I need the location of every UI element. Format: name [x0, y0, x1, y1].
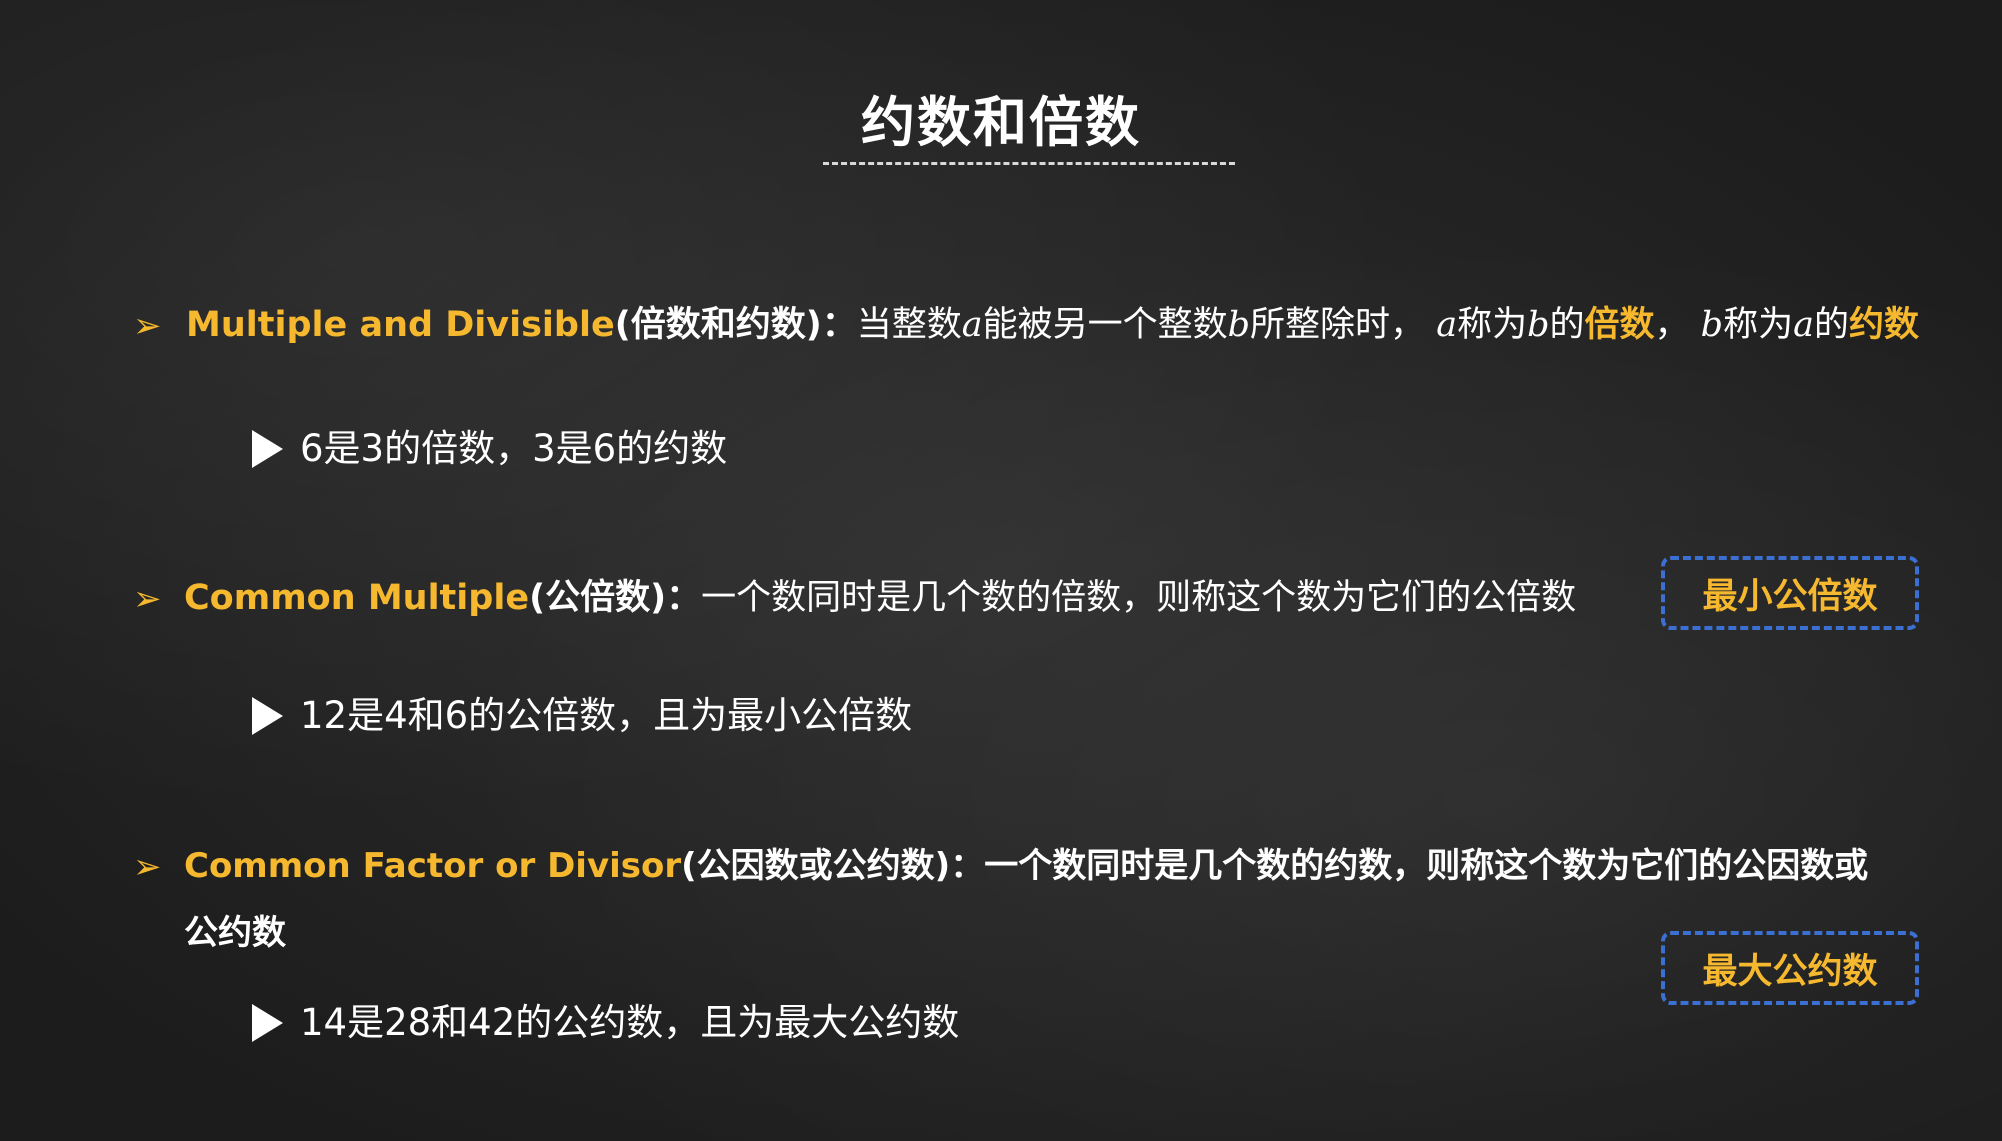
play-triangle-icon [252, 697, 283, 735]
variable: b [1527, 305, 1550, 345]
title-dashed-underline [823, 162, 1235, 165]
definition-common-factor: Common Factor or Divisor(公因数或公约数)：一个数同时是… [184, 849, 1868, 883]
variable: a [961, 305, 983, 345]
arrow-bullet-icon: ➢ [133, 579, 162, 619]
text-segment: 的 [1549, 305, 1585, 345]
text-segment: 称为 [1457, 305, 1528, 345]
highlight-multiple: 倍数 [1584, 305, 1655, 345]
definition-text: 一个数同时是几个数的倍数，则称这个数为它们的公倍数 [701, 578, 1577, 618]
play-triangle-icon [252, 1004, 283, 1042]
term-chinese: (公因数或公约数) [681, 846, 951, 886]
term-label: Common Multiple [184, 578, 530, 618]
term-chinese: (倍数和约数) [614, 305, 822, 345]
term-label: Common Factor or Divisor [184, 846, 682, 886]
example-line: 12是4和6的公倍数，且为最小公倍数 [300, 694, 913, 737]
tag-gcd: 最大公约数 [1661, 931, 1919, 1005]
play-triangle-icon [252, 430, 283, 468]
variable: b [1700, 305, 1724, 345]
text-segment: 当整数 [856, 305, 962, 345]
definition-text: 一个数同时是几个数的约数，则称这个数为它们的公因数或 [984, 846, 1869, 886]
text-segment: 的 [1813, 305, 1849, 345]
variable: b [1227, 305, 1251, 345]
colon: ： [666, 578, 702, 618]
colon: ： [821, 305, 857, 345]
tag-lcm: 最小公倍数 [1661, 556, 1919, 630]
term-label: Multiple and Divisible [186, 305, 615, 345]
term-chinese: (公倍数) [529, 578, 667, 618]
text-segment: ， [1654, 305, 1690, 345]
example-line: 14是28和42的公约数，且为最大公约数 [300, 1001, 960, 1044]
highlight-divisor: 约数 [1848, 305, 1919, 345]
example-line: 6是3的倍数，3是6的约数 [300, 427, 728, 470]
definition-continuation: 公约数 [184, 913, 286, 953]
text-segment: 能被另一个整数 [982, 305, 1228, 345]
arrow-bullet-icon: ➢ [133, 847, 162, 887]
definition-common-multiple: Common Multiple(公倍数)：一个数同时是几个数的倍数，则称这个数为… [184, 581, 1576, 616]
colon: ： [950, 846, 985, 886]
arrow-bullet-icon: ➢ [133, 306, 162, 346]
variable: a [1436, 305, 1458, 345]
definition-multiple-divisible: Multiple and Divisible(倍数和约数)：当整数a能被另一个整… [186, 308, 1919, 343]
variable: a [1793, 305, 1814, 345]
page-title: 约数和倍数 [861, 91, 1141, 154]
text-segment: 所整除时， [1250, 305, 1426, 345]
text-segment: 称为 [1723, 305, 1794, 345]
